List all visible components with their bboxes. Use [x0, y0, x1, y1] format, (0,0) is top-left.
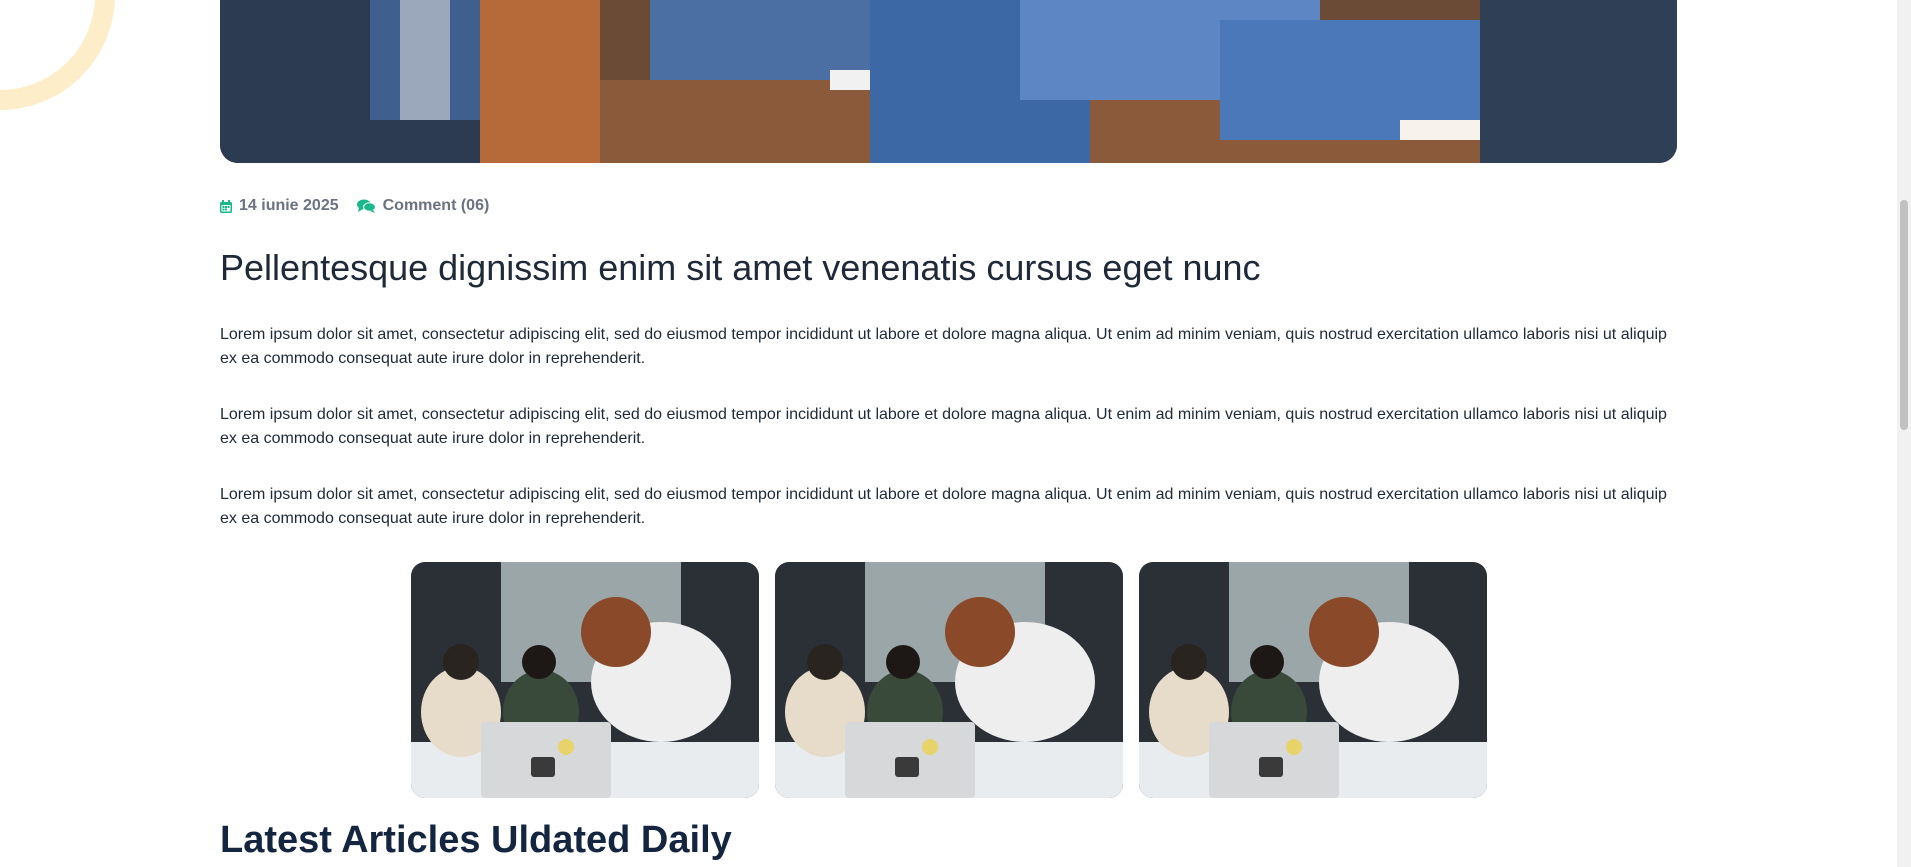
post-date: 14 iunie 2025 [220, 197, 339, 215]
scrollbar-thumb[interactable] [1900, 200, 1908, 430]
image-gallery [411, 562, 1487, 798]
calendar-icon [220, 199, 232, 213]
hero-image [220, 0, 1677, 163]
latest-articles-title: Latest Articles Uldated Daily [220, 819, 732, 861]
blog-detail-page: 14 iunie 2025 Comment (06) Pellentesque … [0, 0, 1911, 867]
post-date-text: 14 iunie 2025 [239, 197, 339, 214]
post-meta: 14 iunie 2025 Comment (06) [220, 197, 507, 215]
article-paragraph: Lorem ipsum dolor sit amet, consectetur … [220, 486, 1667, 527]
gallery-image[interactable] [411, 562, 759, 798]
article-paragraph: Lorem ipsum dolor sit amet, consectetur … [220, 406, 1667, 447]
post-comments-text: Comment (06) [382, 197, 490, 214]
decorative-ring [0, 0, 115, 110]
gallery-image[interactable] [1139, 562, 1487, 798]
page-scrollbar[interactable] [1897, 0, 1911, 867]
article-paragraph: Lorem ipsum dolor sit amet, consectetur … [220, 326, 1667, 367]
gallery-image[interactable] [775, 562, 1123, 798]
article-title: Pellentesque dignissim enim sit amet ven… [220, 247, 1261, 288]
comments-icon [356, 199, 376, 213]
post-comments[interactable]: Comment (06) [356, 197, 490, 215]
